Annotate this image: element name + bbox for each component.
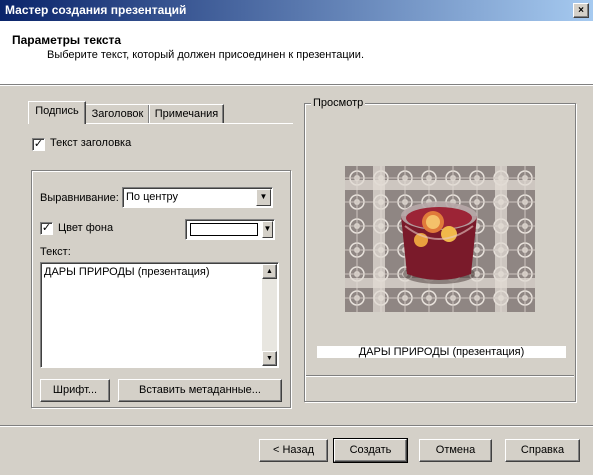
- preview-caption: ДАРЫ ПРИРОДЫ (презентация): [317, 346, 566, 358]
- caption-text-value: ДАРЫ ПРИРОДЫ (презентация): [44, 266, 210, 278]
- bgcolor-picker[interactable]: ▼: [185, 219, 275, 240]
- tab-title[interactable]: Заголовок: [85, 104, 150, 124]
- close-icon: ×: [578, 5, 584, 16]
- preview-image: [345, 166, 535, 312]
- title-text-label: Текст заголовка: [50, 137, 132, 149]
- page-title: Параметры текста: [12, 33, 122, 47]
- preview-label: Просмотр: [311, 97, 366, 109]
- scroll-up-icon[interactable]: ▲: [262, 264, 277, 279]
- footer-divider: [0, 425, 593, 427]
- alignment-select[interactable]: По центру ▼: [122, 187, 273, 208]
- chevron-down-icon[interactable]: ▼: [262, 221, 273, 238]
- title-bar: Мастер создания презентаций ×: [0, 0, 593, 21]
- scroll-down-icon[interactable]: ▼: [262, 351, 277, 366]
- tab-caption[interactable]: Подпись: [28, 101, 86, 124]
- scrollbar[interactable]: ▲ ▼: [262, 264, 277, 366]
- close-button[interactable]: ×: [573, 3, 589, 18]
- bgcolor-checkbox[interactable]: ✓: [40, 222, 53, 235]
- wizard-header: Параметры текста Выберите текст, который…: [0, 21, 593, 84]
- window-title: Мастер создания презентаций: [5, 3, 187, 17]
- preview-divider: [306, 375, 574, 377]
- create-button[interactable]: Создать: [333, 438, 408, 463]
- chevron-down-icon[interactable]: ▼: [256, 189, 271, 206]
- page-subtitle: Выберите текст, который должен присоедин…: [47, 49, 365, 61]
- color-swatch: [190, 223, 258, 236]
- cancel-button[interactable]: Отмена: [419, 439, 492, 462]
- text-label: Текст:: [40, 246, 71, 258]
- title-text-checkbox[interactable]: ✓: [32, 138, 45, 151]
- bgcolor-label: Цвет фона: [58, 222, 114, 234]
- alignment-value: По центру: [126, 191, 178, 203]
- header-divider: [0, 84, 593, 86]
- caption-text-area[interactable]: ДАРЫ ПРИРОДЫ (презентация) ▲ ▼: [40, 262, 279, 368]
- tab-notes[interactable]: Примечания: [149, 104, 224, 124]
- font-button[interactable]: Шрифт...: [40, 379, 110, 402]
- insert-metadata-button[interactable]: Вставить метаданные...: [118, 379, 282, 402]
- back-button[interactable]: < Назад: [259, 439, 328, 462]
- alignment-label: Выравнивание:: [40, 192, 119, 204]
- help-button[interactable]: Справка: [505, 439, 580, 462]
